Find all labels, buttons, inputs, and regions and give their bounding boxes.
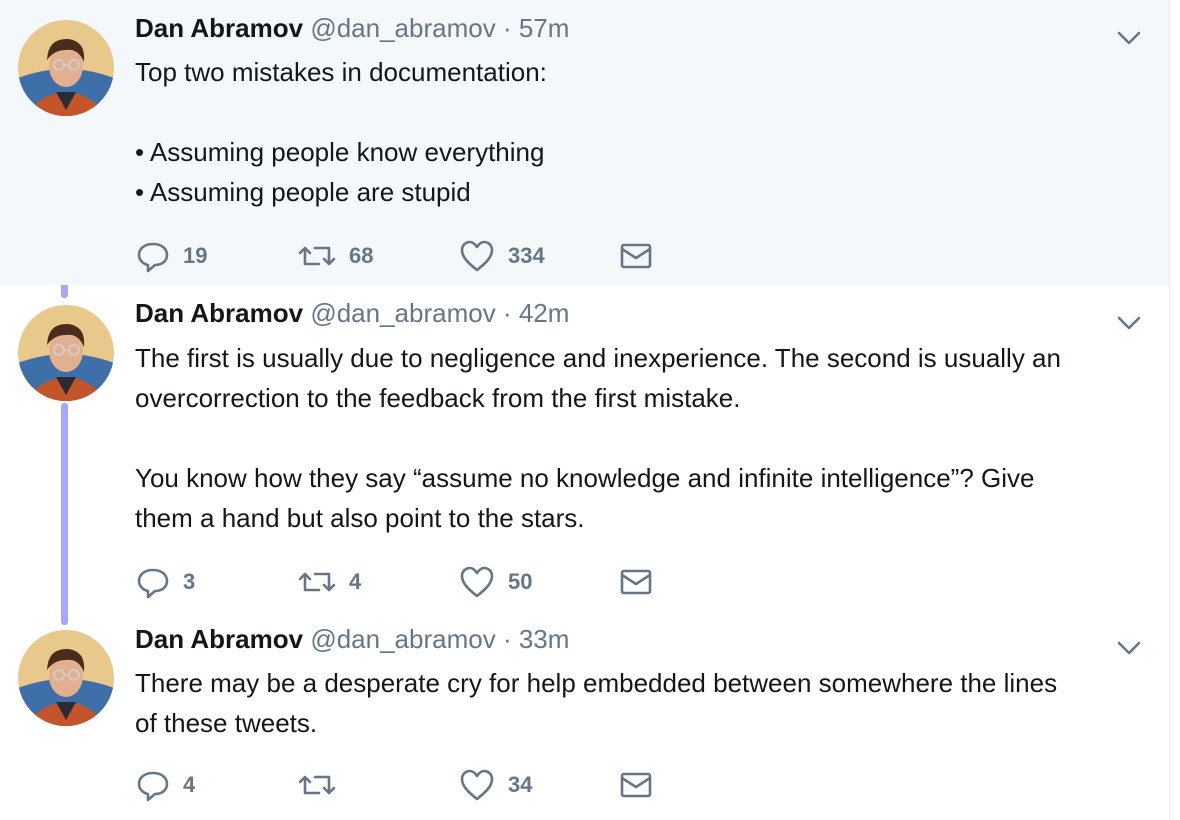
tweet-text-line: them a hand but also point to the stars. <box>135 503 585 533</box>
user-handle[interactable]: @dan_abramov <box>310 624 495 654</box>
tweet-header: Dan Abramov @dan_abramov · 42m <box>135 298 569 329</box>
avatar[interactable] <box>18 305 114 401</box>
tweet[interactable]: Dan Abramov @dan_abramov · 33m There may… <box>0 610 1170 820</box>
tweet-text-line: overcorrection to the feedback from the … <box>135 383 741 413</box>
reply-icon <box>137 568 169 599</box>
separator: · <box>502 13 512 43</box>
tweet-text-line: You know how they say “assume no knowled… <box>135 463 1035 493</box>
scrollbar[interactable] <box>1169 0 1180 820</box>
tweet-text-line <box>135 92 1145 132</box>
retweet-button[interactable] <box>297 765 337 805</box>
retweet-button[interactable]: 4 <box>297 562 361 602</box>
tweet[interactable]: Dan Abramov @dan_abramov · 42m The first… <box>0 285 1170 610</box>
like-button[interactable]: 34 <box>458 765 532 805</box>
direct-message-button[interactable] <box>619 236 653 276</box>
user-handle[interactable]: @dan_abramov <box>310 13 495 43</box>
separator: · <box>502 624 512 654</box>
tweet-text-line: Top two mistakes in documentation: <box>135 57 547 87</box>
tweet-header: Dan Abramov @dan_abramov · 33m <box>135 624 569 655</box>
like-count: 334 <box>508 243 545 268</box>
retweet-icon <box>298 572 336 592</box>
avatar[interactable] <box>18 20 114 116</box>
tweet-text: The first is usually due to negligence a… <box>135 338 1145 538</box>
heart-icon <box>460 240 494 272</box>
tweet-text-line <box>135 418 1145 458</box>
envelope-icon <box>620 772 652 798</box>
like-count: 50 <box>508 569 533 594</box>
timestamp[interactable]: 57m <box>519 13 570 43</box>
direct-message-button[interactable] <box>619 765 653 805</box>
user-handle[interactable]: @dan_abramov <box>310 298 495 328</box>
heart-icon <box>460 769 494 801</box>
chevron-down-icon[interactable] <box>1115 638 1143 658</box>
tweet-text-line: • Assuming people know everything <box>135 137 545 167</box>
heart-icon <box>460 566 494 598</box>
tweet-text-line: The first is usually due to negligence a… <box>135 343 1061 373</box>
chevron-down-icon[interactable] <box>1115 313 1143 333</box>
tweet-text-line: • Assuming people are stupid <box>135 177 471 207</box>
reply-count: 4 <box>183 772 196 797</box>
like-button[interactable]: 50 <box>458 562 532 602</box>
tweet-text-line: There may be a desperate cry for help em… <box>135 668 1058 698</box>
avatar[interactable] <box>18 630 114 726</box>
chevron-down-icon[interactable] <box>1115 28 1143 48</box>
envelope-icon <box>620 569 652 595</box>
reply-icon <box>137 242 169 273</box>
retweet-count: 4 <box>349 569 362 594</box>
separator: · <box>502 298 512 328</box>
like-button[interactable]: 334 <box>458 236 545 276</box>
retweet-icon <box>298 775 336 795</box>
user-name[interactable]: Dan Abramov <box>135 13 303 43</box>
user-name[interactable]: Dan Abramov <box>135 298 303 328</box>
like-count: 34 <box>508 772 533 797</box>
direct-message-button[interactable] <box>619 562 653 602</box>
user-name[interactable]: Dan Abramov <box>135 624 303 654</box>
reply-count: 19 <box>183 243 208 268</box>
tweet-text-line: of these tweets. <box>135 708 318 738</box>
envelope-icon <box>620 243 652 269</box>
retweet-count: 68 <box>349 243 374 268</box>
reply-count: 3 <box>183 569 196 594</box>
timestamp[interactable]: 42m <box>519 298 570 328</box>
tweet-header: Dan Abramov @dan_abramov · 57m <box>135 13 569 44</box>
timestamp[interactable]: 33m <box>519 624 570 654</box>
retweet-button[interactable]: 68 <box>297 236 373 276</box>
tweet-text: Top two mistakes in documentation: • Ass… <box>135 52 1145 212</box>
reply-button[interactable]: 3 <box>135 562 195 602</box>
tweet-text: There may be a desperate cry for help em… <box>135 663 1145 743</box>
reply-button[interactable]: 19 <box>135 236 207 276</box>
reply-icon <box>137 771 169 802</box>
tweet[interactable]: Dan Abramov @dan_abramov · 57m Top two m… <box>0 0 1170 285</box>
retweet-icon <box>298 246 336 266</box>
reply-button[interactable]: 4 <box>135 765 195 805</box>
